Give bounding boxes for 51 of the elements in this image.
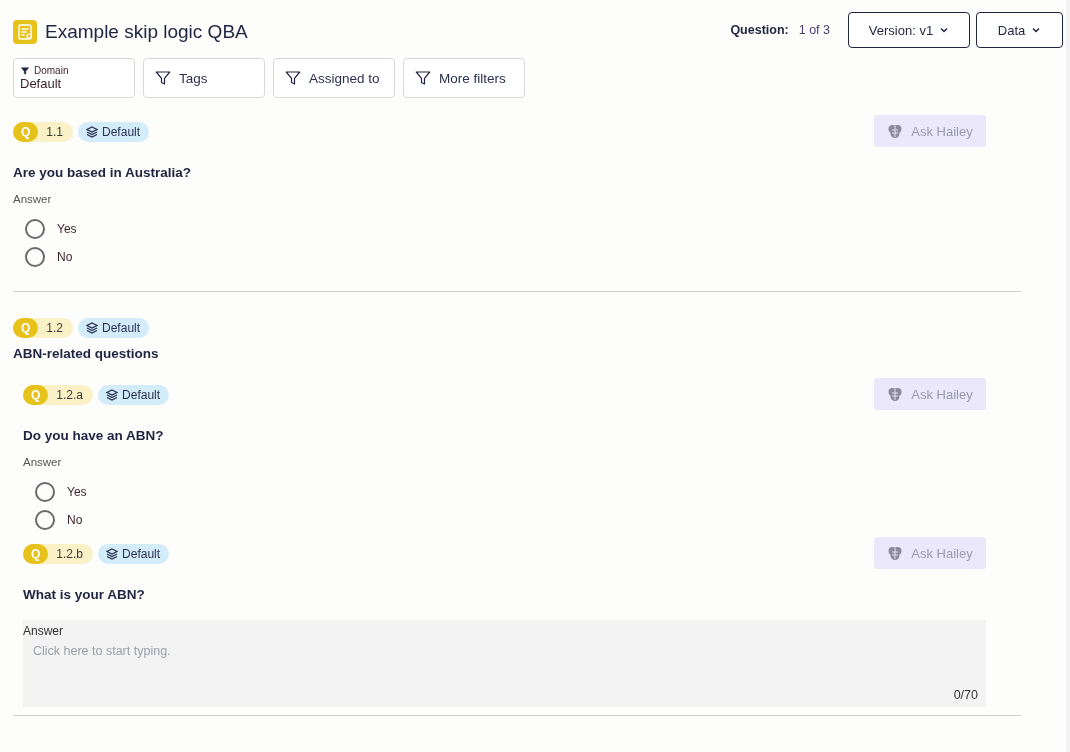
radio-option[interactable]: No xyxy=(35,510,986,530)
filter-button[interactable]: More filters xyxy=(403,58,525,98)
option-label: No xyxy=(67,513,83,527)
question-number-badge: Q 1.2.a xyxy=(23,385,94,405)
version-dropdown[interactable]: Version: v1 xyxy=(848,12,970,48)
layers-icon xyxy=(86,126,99,138)
question-count: 1 of 3 xyxy=(798,23,830,37)
option-label: Yes xyxy=(57,222,77,236)
filter-button[interactable]: Tags xyxy=(143,58,265,98)
domain-tag: Default xyxy=(78,122,150,142)
answer-label: Answer xyxy=(23,624,63,638)
radio-button[interactable] xyxy=(35,482,55,502)
domain-tag: Default xyxy=(98,385,170,405)
domain-tag: Default xyxy=(78,318,150,338)
filter-icon xyxy=(20,65,30,76)
chevron-down-icon xyxy=(1031,25,1042,35)
answer-label: Answer xyxy=(23,456,63,468)
radio-button[interactable] xyxy=(25,247,45,267)
radio-button[interactable] xyxy=(25,219,45,239)
domain-filter[interactable]: Domain Default xyxy=(13,58,135,98)
question-label: Question: xyxy=(730,23,789,37)
page-title: Example skip logic QBA xyxy=(45,21,248,43)
chevron-down-icon xyxy=(939,25,950,35)
question-number-badge: Q 1.1 xyxy=(13,122,74,142)
radio-option[interactable]: Yes xyxy=(25,219,986,239)
radio-option[interactable]: No xyxy=(25,247,986,267)
question-number-badge: Q 1.2.b xyxy=(23,544,94,564)
layers-icon xyxy=(106,548,119,560)
answer-input[interactable]: Click here to start typing. xyxy=(23,644,986,658)
answer-label: Answer xyxy=(13,193,53,205)
layers-icon xyxy=(106,389,119,401)
question-title: What is your ABN? xyxy=(23,587,146,602)
filter-icon xyxy=(284,69,302,87)
radio-option[interactable]: Yes xyxy=(35,482,986,502)
character-counter: 0/70 xyxy=(953,688,978,702)
filter-icon xyxy=(414,69,432,87)
option-label: Yes xyxy=(67,485,87,499)
question-title: Do you have an ABN? xyxy=(23,428,165,443)
radio-button[interactable] xyxy=(35,510,55,530)
filter-button[interactable]: Assigned to xyxy=(273,58,395,98)
question-title: Are you based in Australia? xyxy=(13,165,193,180)
layers-icon xyxy=(86,322,99,334)
domain-tag: Default xyxy=(98,544,170,564)
filter-icon xyxy=(154,69,172,87)
filter-label: Domain xyxy=(20,65,69,76)
filter-value: Default xyxy=(20,76,62,91)
questionnaire-icon xyxy=(13,20,37,44)
group-title: ABN-related questions xyxy=(13,346,160,361)
option-label: No xyxy=(57,250,73,264)
question-number-badge: Q 1.2 xyxy=(13,318,74,338)
data-dropdown[interactable]: Data xyxy=(976,12,1063,48)
